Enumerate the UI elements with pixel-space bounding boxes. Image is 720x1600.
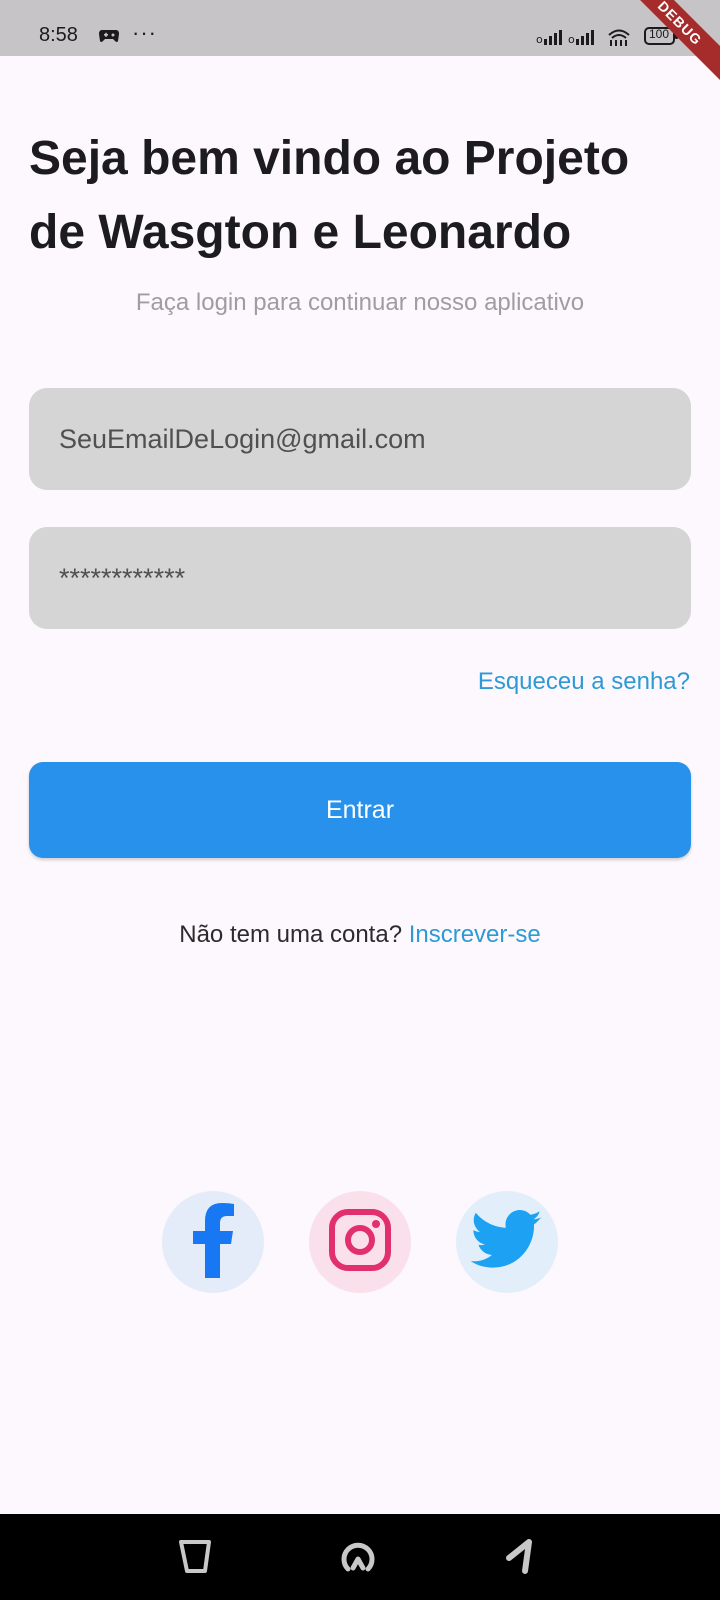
password-field[interactable]: ************ [29,527,691,629]
game-controller-icon [98,28,120,44]
signal-icon: o o [536,28,600,48]
wifi-icon [607,27,631,47]
facebook-button[interactable] [162,1191,264,1293]
email-field-value: SeuEmailDeLogin@gmail.com [59,423,426,454]
facebook-icon [189,1202,237,1283]
system-navigation-bar [0,1514,720,1600]
instagram-button[interactable] [309,1191,411,1293]
svg-text:o: o [536,33,543,46]
signup-row: Não tem uma conta? Inscrever-se [0,921,720,949]
back-icon[interactable] [178,1538,212,1579]
svg-text:o: o [568,33,575,46]
recent-apps-icon[interactable] [506,1538,536,1579]
login-button-label: Entrar [325,795,395,824]
page-title: Seja bem vindo ao Projeto de Wasgton e L… [29,132,630,259]
password-field-value: ************ [59,562,186,593]
login-button[interactable]: Entrar [29,762,691,858]
instagram-icon [328,1208,392,1277]
twitter-icon [470,1209,543,1275]
home-icon[interactable] [340,1538,376,1579]
email-field[interactable]: SeuEmailDeLogin@gmail.com [29,388,691,490]
signup-prompt: Não tem uma conta? [179,921,409,948]
signup-link[interactable]: Inscrever-se [409,921,541,948]
status-time: 8:58 [39,24,78,46]
page-subtitle: Faça login para continuar nosso aplicati… [135,289,585,316]
forgot-password-link[interactable]: Esqueceu a senha? [478,668,690,696]
status-bar: 8:58 ··· o o 100 [0,0,720,56]
twitter-button[interactable] [456,1191,558,1293]
more-notifications-icon: ··· [132,20,157,45]
